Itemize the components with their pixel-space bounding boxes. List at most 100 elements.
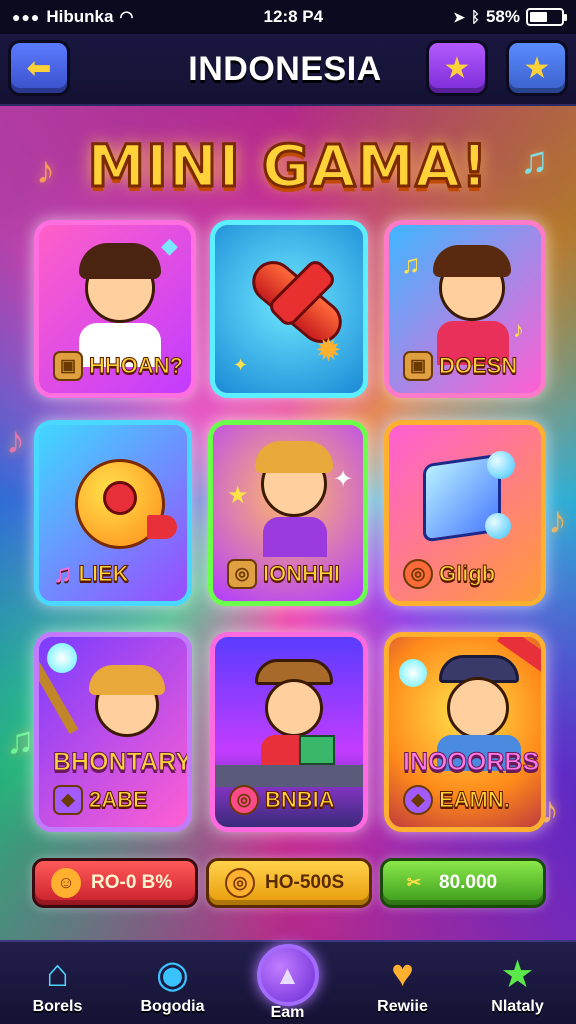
nav-item-target[interactable]: ◉ Bogodia <box>115 942 230 1024</box>
music-note-icon: ♫ <box>401 249 421 279</box>
game-tile-6[interactable]: ◎ Gligb <box>384 420 546 606</box>
header: ⬅ INDONESIA ★ ★ <box>0 34 576 106</box>
battery-icon <box>525 8 567 26</box>
status-right: ➤ ᛒ 58% <box>453 7 567 27</box>
reward-pill-red[interactable]: ☺ RO-0 B% <box>32 858 198 908</box>
game-label: ◎ Gligb <box>403 559 533 589</box>
game-label-text: Gligb <box>438 561 496 587</box>
man-face <box>447 677 509 739</box>
bubble <box>487 451 515 479</box>
music-note-icon: ♪ <box>548 500 567 542</box>
coin-icon: ◎ <box>227 559 257 589</box>
game-tile-3[interactable]: ♫ ♪ ▣ DOESN <box>384 220 546 398</box>
nav-item-play[interactable]: ▲ Eam <box>230 942 345 1024</box>
game-label: ▣ HHOAN? <box>53 351 184 381</box>
game-label: ▣ DOESN <box>403 351 533 381</box>
page-title: INDONESIA <box>188 50 382 88</box>
music-note-icon: ♫ <box>520 140 549 182</box>
scissors-icon: ✂ <box>406 873 422 892</box>
mini-game-title: MINI GAMA! <box>86 131 489 202</box>
sparkle-icon: ✦ <box>333 466 354 493</box>
game-label: ♫ LIEK <box>53 558 179 589</box>
game-tile-1[interactable]: ◆ ▣ HHOAN? <box>34 220 196 398</box>
explorer-face <box>265 679 323 737</box>
game-subtitle: INOOORBS <box>403 748 540 777</box>
target-icon: ◉ <box>155 953 190 996</box>
coin-icon: ◎ <box>229 785 259 815</box>
music-note-icon: ♪ <box>513 317 524 342</box>
smile-icon: ☺ <box>51 868 81 898</box>
stone-floor <box>215 765 363 787</box>
ball-eye <box>103 481 137 515</box>
battery-percent: 58% <box>485 7 520 26</box>
nav-label: Rewiie <box>377 998 428 1015</box>
reward-text: HO-500S <box>265 872 345 893</box>
book-icon <box>299 735 335 765</box>
star-icon: ★ <box>227 482 249 509</box>
arrow-left-icon: ⬅ <box>26 51 52 85</box>
star-icon: ★ <box>523 51 551 85</box>
nav-label: Bogodia <box>140 998 205 1015</box>
game-label-text: DOESN <box>438 353 518 379</box>
back-button[interactable]: ⬅ <box>8 40 70 96</box>
game-label: ◎ BNBIA <box>229 785 355 815</box>
flame-icon: ✹ <box>315 332 342 368</box>
nav-label: Nlataly <box>491 998 544 1015</box>
nav-label: Eam <box>270 1004 305 1021</box>
bubble <box>485 513 511 539</box>
game-label-text: HHOAN? <box>88 353 184 379</box>
boy-hair <box>255 441 333 473</box>
rating-button[interactable]: ★ <box>506 40 568 96</box>
game-label: ◆ EAMN. <box>403 785 533 815</box>
bottom-nav: ⌂ Borels ◉ Bogodia ▲ Eam ♥ Rewiie ★ Nlat… <box>0 940 576 1024</box>
music-note-icon: ♫ <box>6 720 35 762</box>
chest-icon: ▣ <box>403 351 433 381</box>
signal-icon: ●●● <box>12 9 41 25</box>
game-tile-2[interactable]: ✹ ✦ <box>210 220 368 398</box>
wand-glow <box>47 643 77 673</box>
gem-icon: ◆ <box>161 233 178 258</box>
boy-hair <box>89 665 165 695</box>
game-label-text: IONHHI <box>263 561 341 587</box>
status-left: ●●● Hibunka ◠ <box>12 7 133 27</box>
game-label-text: BNBIA <box>265 787 336 813</box>
favorites-button[interactable]: ★ <box>426 40 488 96</box>
star-icon: ★ <box>443 51 471 85</box>
game-subtitle: BHONTARY <box>53 748 192 777</box>
carrier-name: Hibunka <box>46 7 114 26</box>
gift-icon: ♥ <box>391 952 414 995</box>
star-icon: ★ <box>500 953 535 996</box>
reward-pill-gold[interactable]: ◎ HO-500S <box>206 858 372 908</box>
magnifier-icon <box>399 659 427 687</box>
wifi-icon: ◠ <box>119 9 134 26</box>
game-tile-8[interactable]: ◎ BNBIA <box>210 632 368 832</box>
coin-icon: ◎ <box>225 868 255 898</box>
game-tile-4[interactable]: ♫ LIEK <box>34 420 192 606</box>
nav-label: Borels <box>32 998 83 1015</box>
gem-icon: ◆ <box>403 785 433 815</box>
music-note-icon: ♫ <box>53 558 73 588</box>
game-label: ◎ IONHHI <box>227 559 355 589</box>
gem-icon: ◆ <box>53 785 83 815</box>
battery-level <box>529 12 548 22</box>
status-time: 12:8 P4 <box>263 7 324 26</box>
ball-beak <box>147 515 177 539</box>
home-icon: ⌂ <box>46 952 69 995</box>
game-label-text: 2ABE <box>89 787 149 813</box>
reward-pill-green[interactable]: ✂ 80.000 <box>380 858 546 908</box>
reward-text: RO-0 B% <box>91 872 173 893</box>
nav-item-home[interactable]: ⌂ Borels <box>0 942 115 1024</box>
music-note-icon: ♪ <box>36 150 55 192</box>
sparkle-icon: ✦ <box>233 355 249 375</box>
nav-item-rewards[interactable]: ♥ Rewiie <box>345 942 460 1024</box>
game-tile-5[interactable]: ★ ✦ ◎ IONHHI <box>208 420 368 606</box>
game-art-rocket: ✹ ✦ <box>215 225 363 393</box>
nav-item-star[interactable]: ★ Nlataly <box>460 942 575 1024</box>
game-tile-9[interactable]: INOOORBS ◆ EAMN. <box>384 632 546 832</box>
game-label: ◆ 2ABE <box>53 785 179 815</box>
play-icon: ▲ <box>256 944 319 1006</box>
game-label-text: EAMN. <box>439 787 511 813</box>
game-tile-7[interactable]: BHONTARY ◆ 2ABE <box>34 632 192 832</box>
chest-icon: ▣ <box>53 351 83 381</box>
coin-icon: ◎ <box>403 559 433 589</box>
